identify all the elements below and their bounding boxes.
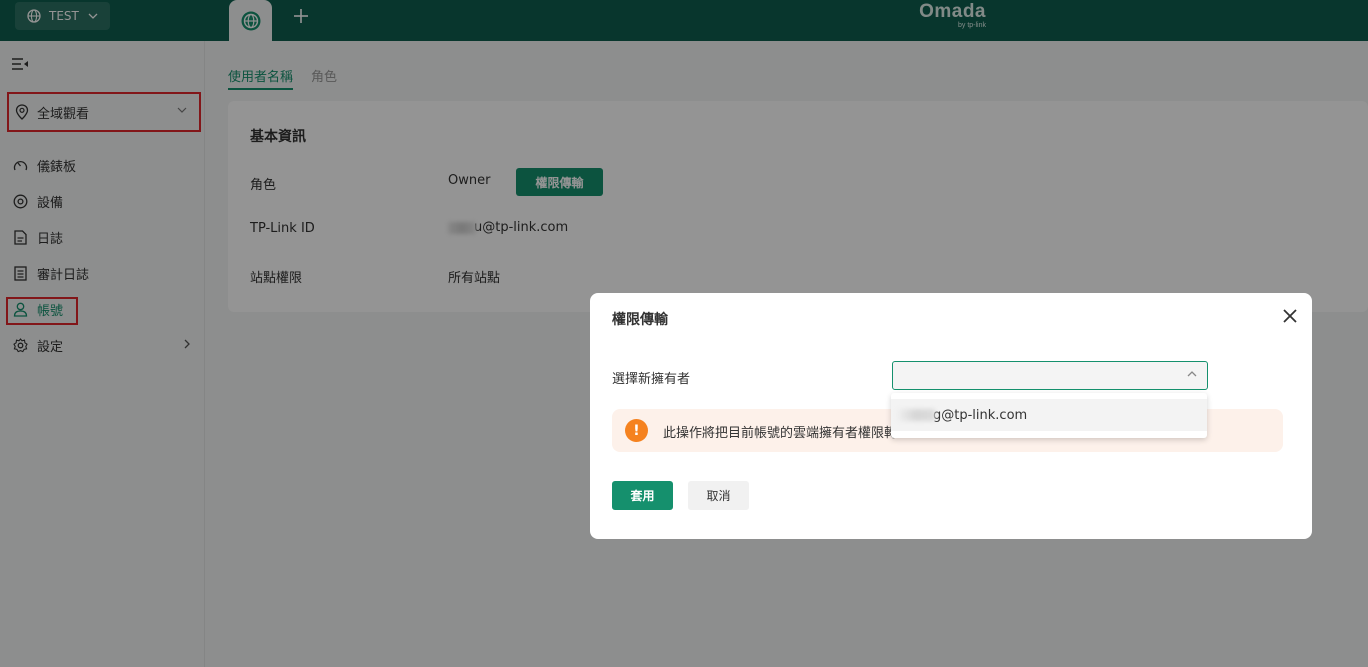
new-owner-label: 選擇新擁有者	[612, 372, 691, 387]
dropdown-option[interactable]: g@tp-link.com	[891, 399, 1207, 431]
cancel-button[interactable]: 取消	[688, 481, 749, 510]
close-button[interactable]	[1282, 308, 1298, 324]
dropdown-option-label: g@tp-link.com	[933, 407, 1028, 423]
dialog-title: 權限傳輸	[612, 312, 668, 328]
redacted-text	[897, 409, 935, 421]
warning-icon: !	[625, 419, 648, 442]
new-owner-dropdown: g@tp-link.com	[891, 393, 1207, 438]
new-owner-select[interactable]	[892, 361, 1208, 390]
apply-button[interactable]: 套用	[612, 481, 673, 510]
chevron-up-icon	[1187, 371, 1197, 377]
warning-text: 此操作將把目前帳號的雲端擁有者權限轉	[663, 426, 898, 441]
close-icon	[1283, 309, 1297, 323]
